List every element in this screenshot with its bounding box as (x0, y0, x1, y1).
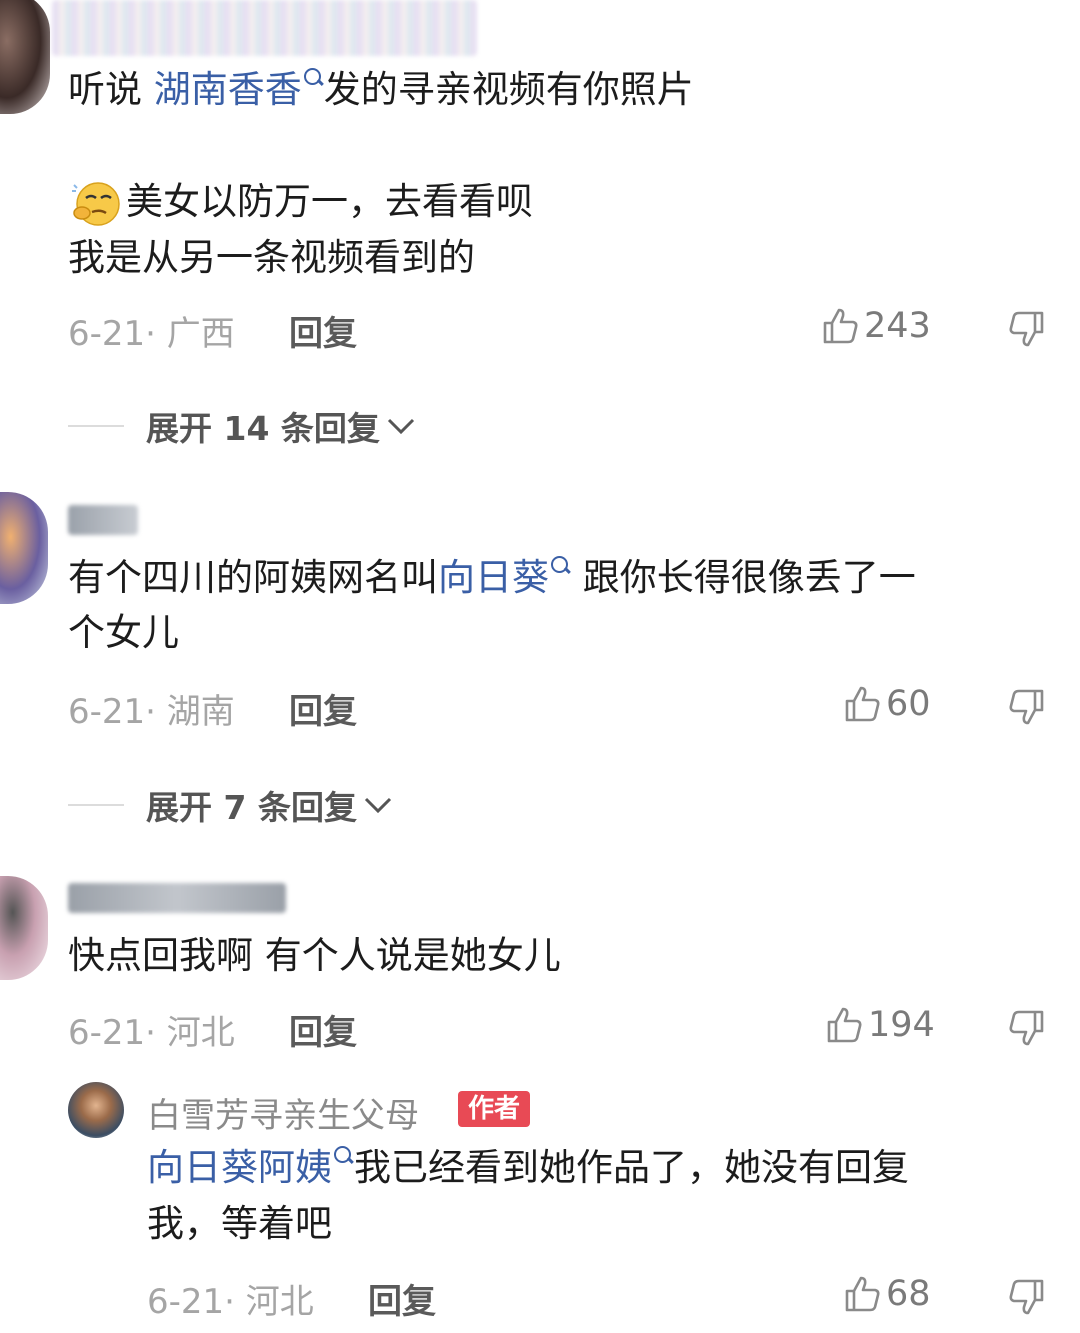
reply-meta: 6-21· 河北 (147, 1282, 314, 1322)
comment-text: 有个四川的阿姨网名叫向日葵 跟你长得很像丢了一 (68, 550, 916, 606)
like-button[interactable]: 243 (820, 306, 931, 346)
thumbs-down-icon[interactable] (1007, 1277, 1047, 1317)
comment-text-line: 美女以防万一，去看看呗 (68, 174, 533, 230)
like-button[interactable]: 68 (842, 1274, 931, 1314)
thumbs-down-icon[interactable] (1007, 1008, 1047, 1048)
reply-button[interactable]: 回复 (289, 684, 357, 733)
divider (68, 425, 124, 427)
reply-text: 向日葵阿姨 我已经看到她作品了，她没有回复 (147, 1140, 909, 1196)
mention-link[interactable]: 向日葵 (438, 556, 571, 599)
thumbs-down-icon[interactable] (1007, 309, 1047, 349)
expand-replies[interactable]: 展开 14 条回复 (68, 402, 418, 450)
like-button[interactable]: 194 (824, 1005, 935, 1045)
mention-link[interactable]: 湖南香香 (154, 68, 324, 111)
avatar[interactable] (0, 492, 48, 604)
search-icon (302, 62, 324, 98)
comment-meta: 6-21· 广西 (68, 314, 235, 354)
thumbs-down-icon[interactable] (1007, 687, 1047, 727)
like-button[interactable]: 60 (842, 684, 931, 724)
thinking-emoji-icon (72, 181, 120, 226)
thumbs-up-icon (845, 686, 880, 722)
comment-text-line: 个女儿 (68, 611, 179, 654)
comment-text: 快点回我啊 有个人说是她女儿 (68, 934, 561, 977)
comment-meta: 6-21· 河北 (68, 1013, 235, 1053)
author-avatar[interactable] (68, 1082, 124, 1138)
reply-button[interactable]: 回复 (289, 306, 357, 355)
reply-text-line: 我，等着吧 (147, 1202, 332, 1245)
avatar[interactable] (0, 876, 48, 980)
thumbs-up-icon (823, 308, 858, 344)
comment-meta: 6-21· 湖南 (68, 692, 235, 732)
blurred-username (68, 883, 286, 913)
blurred-username (52, 0, 477, 56)
avatar[interactable] (0, 0, 50, 114)
expand-replies[interactable]: 展开 7 条回复 (68, 781, 395, 829)
reply-button[interactable]: 回复 (368, 1274, 436, 1323)
comment-text-line: 我是从另一条视频看到的 (68, 236, 475, 279)
divider (68, 804, 124, 806)
chevron-down-icon (364, 797, 392, 814)
author-name[interactable]: 白雪芳寻亲生父母 (147, 1088, 419, 1137)
reply-button[interactable]: 回复 (289, 1005, 357, 1054)
author-badge: 作者 (458, 1091, 531, 1127)
blurred-username (68, 505, 138, 535)
chevron-down-icon (387, 418, 414, 435)
thumbs-up-icon (827, 1007, 862, 1043)
comment-text: 听说 湖南香香 发的寻亲视频有你照片 (68, 62, 694, 118)
mention-link[interactable]: 向日葵阿姨 (147, 1146, 354, 1189)
search-icon (332, 1140, 354, 1176)
thumbs-up-icon (845, 1276, 880, 1312)
search-icon (549, 550, 571, 586)
